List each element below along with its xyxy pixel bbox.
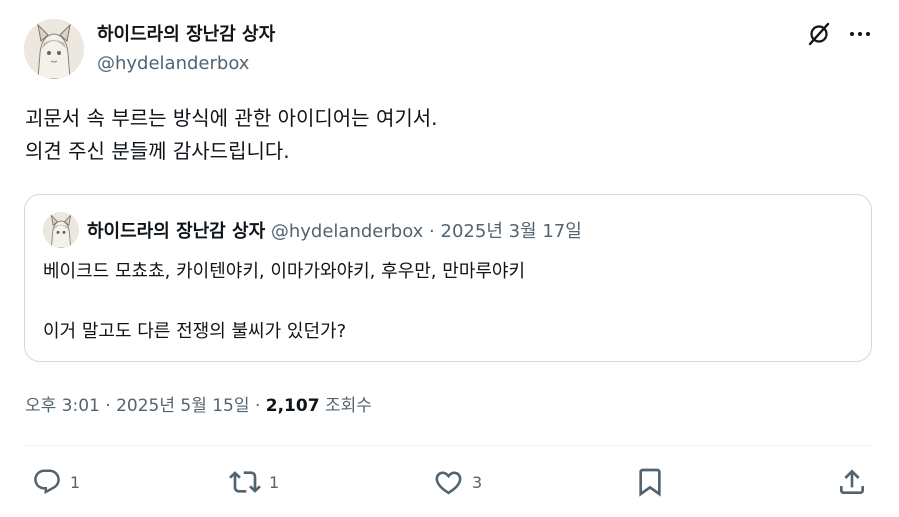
quote-avatar xyxy=(43,212,79,248)
quote-line xyxy=(43,287,525,317)
more-horizontal-icon xyxy=(850,32,870,36)
tweet-line: 의견 주신 분들께 감사드립니다. xyxy=(25,139,290,163)
tweet-meta: 오후 3:01 · 2025년 5월 15일 · 2,107 조회수 xyxy=(25,391,372,416)
grok-button[interactable] xyxy=(804,19,834,49)
retweet-icon xyxy=(229,471,261,493)
quoted-tweet-card[interactable]: 하이드라의 장난감 상자 @hydelanderbox · 2025년 3월 1… xyxy=(24,194,872,362)
author-name[interactable]: 하이드라의 장난감 상자 xyxy=(97,20,275,46)
reply-count: 1 xyxy=(70,472,81,492)
tweet-time[interactable]: 오후 3:01 xyxy=(25,396,100,416)
author-handle[interactable]: @hydelanderbox xyxy=(97,53,249,74)
tweet-line: 괴문서 속 부르는 방식에 관한 아이디어는 여기서. xyxy=(25,106,438,130)
retweet-button[interactable]: 1 xyxy=(229,466,279,498)
quote-text: 베이크드 모쵸쵸, 카이텐야키, 이마가와야키, 후우만, 만마루야키 이거 말… xyxy=(43,257,525,347)
tweet-date[interactable]: 2025년 5월 15일 xyxy=(116,396,249,416)
bookmark-button[interactable] xyxy=(634,466,666,498)
quote-author-handle: @hydelanderbox xyxy=(270,221,424,242)
quote-line: 이거 말고도 다른 전쟁의 불씨가 있던가? xyxy=(43,321,347,342)
share-icon xyxy=(840,469,864,494)
like-count: 3 xyxy=(472,472,483,492)
bookmark-icon xyxy=(639,468,661,497)
reply-button[interactable]: 1 xyxy=(32,466,80,498)
like-button[interactable]: 3 xyxy=(433,466,482,498)
quote-author-name: 하이드라의 장난감 상자 xyxy=(87,221,266,242)
quote-separator: · xyxy=(429,221,435,242)
share-button[interactable] xyxy=(836,466,868,498)
more-button[interactable] xyxy=(845,19,875,49)
quote-date: 2025년 3월 17일 xyxy=(440,221,582,242)
quote-header: 하이드라의 장난감 상자 @hydelanderbox · 2025년 3월 1… xyxy=(87,217,582,243)
author-avatar[interactable] xyxy=(24,19,84,79)
heart-icon xyxy=(435,471,462,494)
reply-icon xyxy=(34,469,60,495)
retweet-count: 1 xyxy=(269,472,280,492)
grok-icon xyxy=(808,22,830,46)
quote-line: 베이크드 모쵸쵸, 카이텐야키, 이마가와야키, 후우만, 만마루야키 xyxy=(43,261,526,282)
meta-separator: · xyxy=(105,396,111,416)
tweet-text: 괴문서 속 부르는 방식에 관한 아이디어는 여기서. 의견 주신 분들께 감사… xyxy=(25,102,865,168)
divider xyxy=(24,445,874,446)
meta-separator: · xyxy=(254,396,261,416)
views-count[interactable]: 2,107 xyxy=(266,396,320,416)
views-label[interactable]: 조회수 xyxy=(325,396,372,416)
